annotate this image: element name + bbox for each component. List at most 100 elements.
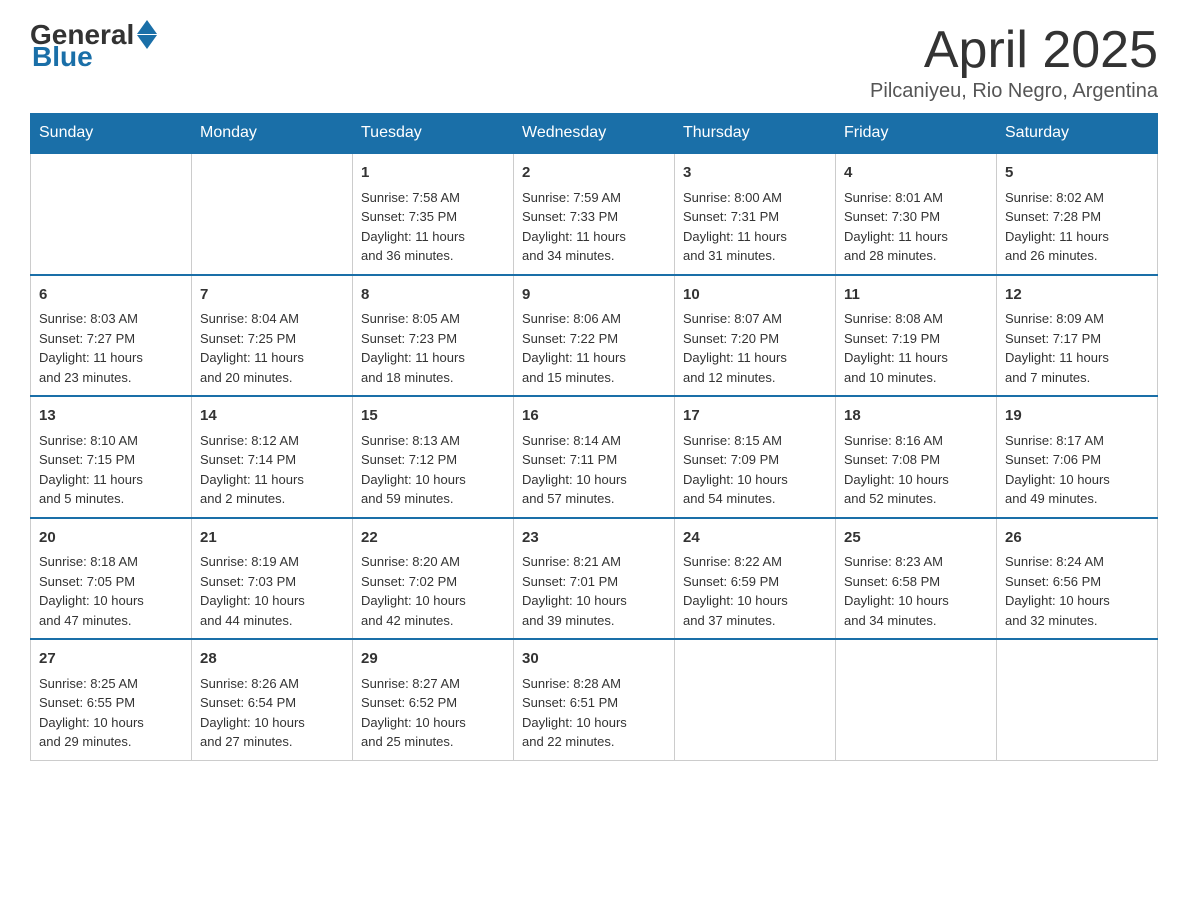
day-number: 23 xyxy=(522,527,666,550)
day-info: Sunrise: 8:24 AM Sunset: 6:56 PM Dayligh… xyxy=(1005,552,1149,630)
day-number: 24 xyxy=(683,527,827,550)
day-cell-6: 6Sunrise: 8:03 AM Sunset: 7:27 PM Daylig… xyxy=(31,275,192,397)
weekday-header-monday: Monday xyxy=(192,114,353,154)
weekday-header-wednesday: Wednesday xyxy=(514,114,675,154)
day-info: Sunrise: 8:03 AM Sunset: 7:27 PM Dayligh… xyxy=(39,309,183,387)
day-cell-5: 5 Sunrise: 8:02 AM Sunset: 7:28 PM Daylig… xyxy=(997,153,1158,275)
day-cell-10: 10Sunrise: 8:07 AM Sunset: 7:20 PM Dayli… xyxy=(675,275,836,397)
day-cell-19: 19 Sunrise: 8:17 AM Sunset: 7:06 PM Dayli… xyxy=(997,396,1158,518)
day-info: Sunrise: 8:22 AM Sunset: 6:59 PM Dayligh… xyxy=(683,552,827,630)
day-info: Sunrise: 7:58 AM Sunset: 7:35 PM Dayligh… xyxy=(361,188,505,266)
day-info: Sunrise: 8:25 AM Sunset: 6:55 PM Dayligh… xyxy=(39,674,183,752)
day-number: 20 xyxy=(39,527,183,550)
logo: General Blue xyxy=(30,20,157,71)
day-number: 28 xyxy=(200,648,344,671)
day-number: 21 xyxy=(200,527,344,550)
day-cell-15: 15Sunrise: 8:13 AM Sunset: 7:12 PM Dayli… xyxy=(353,396,514,518)
day-cell-23: 23Sunrise: 8:21 AM Sunset: 7:01 PM Dayli… xyxy=(514,518,675,640)
weekday-header-sunday: Sunday xyxy=(31,114,192,154)
day-info: Sunrise: 8:12 AM Sunset: 7:14 PM Dayligh… xyxy=(200,431,344,509)
empty-cell xyxy=(675,639,836,760)
day-number: 14 xyxy=(200,405,344,428)
day-info: Sunrise: 8:08 AM Sunset: 7:19 PM Dayligh… xyxy=(844,309,988,387)
day-cell-1: 1 Sunrise: 7:58 AM Sunset: 7:35 PM Daylig… xyxy=(353,153,514,275)
day-number: 8 xyxy=(361,284,505,307)
day-cell-2: 2Sunrise: 7:59 AM Sunset: 7:33 PM Daylig… xyxy=(514,153,675,275)
calendar-subtitle: Pilcaniyeu, Rio Negro, Argentina xyxy=(870,80,1158,103)
day-cell-18: 18 Sunrise: 8:16 AM Sunset: 7:08 PM Dayli… xyxy=(836,396,997,518)
calendar-title: April 2025 xyxy=(870,20,1158,80)
weekday-header-thursday: Thursday xyxy=(675,114,836,154)
day-cell-12: 12Sunrise: 8:09 AM Sunset: 7:17 PM Dayli… xyxy=(997,275,1158,397)
day-cell-21: 21Sunrise: 8:19 AM Sunset: 7:03 PM Dayli… xyxy=(192,518,353,640)
day-number: 22 xyxy=(361,527,505,550)
day-number: 27 xyxy=(39,648,183,671)
day-info: Sunrise: 8:07 AM Sunset: 7:20 PM Dayligh… xyxy=(683,309,827,387)
day-cell-4: 4Sunrise: 8:01 AM Sunset: 7:30 PM Daylig… xyxy=(836,153,997,275)
day-number: 30 xyxy=(522,648,666,671)
day-cell-26: 26Sunrise: 8:24 AM Sunset: 6:56 PM Dayli… xyxy=(997,518,1158,640)
day-info: Sunrise: 8:18 AM Sunset: 7:05 PM Dayligh… xyxy=(39,552,183,630)
day-cell-25: 25Sunrise: 8:23 AM Sunset: 6:58 PM Dayli… xyxy=(836,518,997,640)
day-cell-28: 28 Sunrise: 8:26 AM Sunset: 6:54 PM Dayli… xyxy=(192,639,353,760)
day-cell-16: 16 Sunrise: 8:14 AM Sunset: 7:11 PM Dayli… xyxy=(514,396,675,518)
weekday-header-tuesday: Tuesday xyxy=(353,114,514,154)
day-number: 19 xyxy=(1005,405,1149,428)
day-info: Sunrise: 8:21 AM Sunset: 7:01 PM Dayligh… xyxy=(522,552,666,630)
week-row-1: 1 Sunrise: 7:58 AM Sunset: 7:35 PM Daylig… xyxy=(31,153,1158,275)
day-cell-11: 11Sunrise: 8:08 AM Sunset: 7:19 PM Dayli… xyxy=(836,275,997,397)
day-cell-30: 30 Sunrise: 8:28 AM Sunset: 6:51 PM Dayli… xyxy=(514,639,675,760)
week-row-4: 20Sunrise: 8:18 AM Sunset: 7:05 PM Dayli… xyxy=(31,518,1158,640)
day-info: Sunrise: 8:17 AM Sunset: 7:06 PM Dayligh… xyxy=(1005,431,1149,509)
day-number: 13 xyxy=(39,405,183,428)
day-info: Sunrise: 8:14 AM Sunset: 7:11 PM Dayligh… xyxy=(522,431,666,509)
day-cell-9: 9Sunrise: 8:06 AM Sunset: 7:22 PM Daylig… xyxy=(514,275,675,397)
week-row-3: 13Sunrise: 8:10 AM Sunset: 7:15 PM Dayli… xyxy=(31,396,1158,518)
day-info: Sunrise: 8:02 AM Sunset: 7:28 PM Dayligh… xyxy=(1005,188,1149,266)
empty-cell xyxy=(997,639,1158,760)
day-cell-20: 20Sunrise: 8:18 AM Sunset: 7:05 PM Dayli… xyxy=(31,518,192,640)
day-number: 16 xyxy=(522,405,666,428)
day-info: Sunrise: 8:19 AM Sunset: 7:03 PM Dayligh… xyxy=(200,552,344,630)
day-info: Sunrise: 8:06 AM Sunset: 7:22 PM Dayligh… xyxy=(522,309,666,387)
day-info: Sunrise: 8:00 AM Sunset: 7:31 PM Dayligh… xyxy=(683,188,827,266)
day-cell-22: 22Sunrise: 8:20 AM Sunset: 7:02 PM Dayli… xyxy=(353,518,514,640)
day-cell-17: 17 Sunrise: 8:15 AM Sunset: 7:09 PM Dayli… xyxy=(675,396,836,518)
day-number: 10 xyxy=(683,284,827,307)
day-number: 12 xyxy=(1005,284,1149,307)
day-info: Sunrise: 8:16 AM Sunset: 7:08 PM Dayligh… xyxy=(844,431,988,509)
day-info: Sunrise: 8:26 AM Sunset: 6:54 PM Dayligh… xyxy=(200,674,344,752)
day-cell-7: 7Sunrise: 8:04 AM Sunset: 7:25 PM Daylig… xyxy=(192,275,353,397)
day-info: Sunrise: 8:05 AM Sunset: 7:23 PM Dayligh… xyxy=(361,309,505,387)
day-number: 18 xyxy=(844,405,988,428)
day-number: 7 xyxy=(200,284,344,307)
empty-cell xyxy=(836,639,997,760)
weekday-header-saturday: Saturday xyxy=(997,114,1158,154)
day-info: Sunrise: 7:59 AM Sunset: 7:33 PM Dayligh… xyxy=(522,188,666,266)
day-cell-3: 3Sunrise: 8:00 AM Sunset: 7:31 PM Daylig… xyxy=(675,153,836,275)
day-info: Sunrise: 8:27 AM Sunset: 6:52 PM Dayligh… xyxy=(361,674,505,752)
day-info: Sunrise: 8:15 AM Sunset: 7:09 PM Dayligh… xyxy=(683,431,827,509)
calendar-table: SundayMondayTuesdayWednesdayThursdayFrid… xyxy=(30,113,1158,761)
weekday-header-friday: Friday xyxy=(836,114,997,154)
day-number: 15 xyxy=(361,405,505,428)
day-info: Sunrise: 8:20 AM Sunset: 7:02 PM Dayligh… xyxy=(361,552,505,630)
day-cell-14: 14 Sunrise: 8:12 AM Sunset: 7:14 PM Dayli… xyxy=(192,396,353,518)
logo-blue-text: Blue xyxy=(32,43,93,71)
day-cell-29: 29Sunrise: 8:27 AM Sunset: 6:52 PM Dayli… xyxy=(353,639,514,760)
day-number: 1 xyxy=(361,162,505,185)
empty-cell xyxy=(192,153,353,275)
day-number: 17 xyxy=(683,405,827,428)
day-cell-27: 27 Sunrise: 8:25 AM Sunset: 6:55 PM Dayli… xyxy=(31,639,192,760)
day-number: 26 xyxy=(1005,527,1149,550)
weekday-header-row: SundayMondayTuesdayWednesdayThursdayFrid… xyxy=(31,114,1158,154)
day-info: Sunrise: 8:01 AM Sunset: 7:30 PM Dayligh… xyxy=(844,188,988,266)
page-header: General Blue April 2025 Pilcaniyeu, Rio … xyxy=(30,20,1158,103)
day-number: 6 xyxy=(39,284,183,307)
day-info: Sunrise: 8:04 AM Sunset: 7:25 PM Dayligh… xyxy=(200,309,344,387)
week-row-5: 27 Sunrise: 8:25 AM Sunset: 6:55 PM Dayli… xyxy=(31,639,1158,760)
title-section: April 2025 Pilcaniyeu, Rio Negro, Argent… xyxy=(870,20,1158,103)
day-number: 5 xyxy=(1005,162,1149,185)
day-number: 11 xyxy=(844,284,988,307)
day-info: Sunrise: 8:28 AM Sunset: 6:51 PM Dayligh… xyxy=(522,674,666,752)
